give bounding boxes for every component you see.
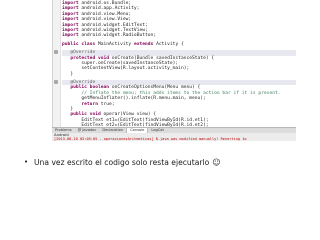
code-area: import android.os.Bundle; import android… <box>54 1 296 129</box>
console-log-line: [2013-06-10 05:05:05 - operacionesAritme… <box>54 137 247 141</box>
code-line-class-decl: public class MainActivity extends Activi… <box>62 41 184 47</box>
code-line-import-7: import android.widget.RadioButton; <box>62 33 157 39</box>
tab-declaration[interactable]: Declaration <box>99 128 126 133</box>
bullet-icon: • <box>24 158 29 166</box>
panel-tabs: Problems @ Javadoc Declaration Console L… <box>52 128 296 133</box>
slide-caption: • Una vez escrito el codigo solo resta e… <box>24 156 314 168</box>
caption-text: Una vez escrito el codigo solo resta eje… <box>34 157 210 167</box>
code-editor[interactable]: import android.os.Bundle; import android… <box>52 0 296 129</box>
tab-console[interactable]: Console <box>126 128 149 133</box>
tab-javadoc[interactable]: @ Javadoc <box>75 128 100 133</box>
eclipse-screenshot: import android.os.Bundle; import android… <box>52 0 296 141</box>
smiley-icon: ☺ <box>212 157 221 167</box>
fold-marker-icon[interactable] <box>54 80 58 85</box>
tab-logcat[interactable]: LogCat <box>148 128 167 133</box>
console-panel: Problems @ Javadoc Declaration Console L… <box>52 127 296 141</box>
code-line-close-1: } <box>70 71 74 77</box>
editor-gutter <box>53 0 61 127</box>
fold-marker-icon[interactable] <box>54 50 58 55</box>
